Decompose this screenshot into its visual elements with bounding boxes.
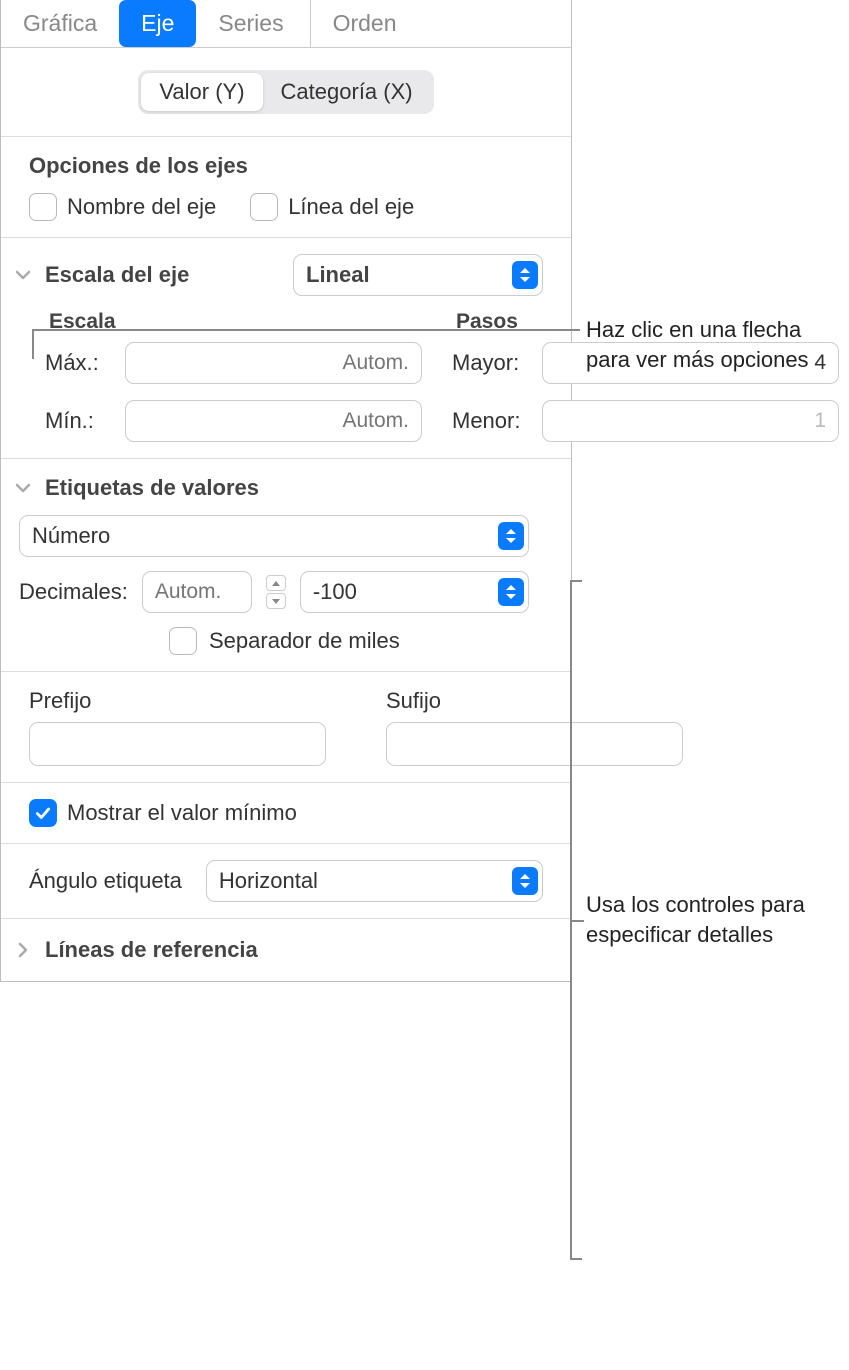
inspector-panel: Gráfica Eje Series Orden Valor (Y) Categ…: [0, 0, 572, 982]
suffix-input[interactable]: [386, 722, 683, 766]
show-min-checkbox[interactable]: [29, 799, 57, 827]
thousands-label: Separador de miles: [209, 628, 400, 654]
show-min-label: Mostrar el valor mínimo: [67, 800, 297, 826]
prefix-input[interactable]: [29, 722, 326, 766]
axis-scale-title: Escala del eje: [45, 262, 189, 288]
tab-orden[interactable]: Orden: [310, 0, 419, 47]
value-labels-header: Etiquetas de valores: [15, 475, 543, 501]
decimals-stepper[interactable]: [266, 575, 286, 609]
axis-sub-tabs: Valor (Y) Categoría (X): [1, 48, 571, 136]
chevron-down-icon[interactable]: [15, 267, 31, 283]
decimals-label: Decimales:: [19, 579, 128, 605]
callout-2: Usa los controles para especificar detal…: [586, 890, 832, 949]
main-tabs: Gráfica Eje Series Orden: [1, 0, 571, 48]
menor-label: Menor:: [452, 408, 532, 434]
subtab-valor-y[interactable]: Valor (Y): [141, 73, 262, 111]
axis-line-checkbox[interactable]: [250, 193, 278, 221]
value-labels-section: Etiquetas de valores Número Decimales: -…: [1, 458, 571, 671]
subtab-categoria-x[interactable]: Categoría (X): [263, 73, 431, 111]
axis-line-checkbox-row: Línea del eje: [250, 193, 414, 221]
axis-line-label: Línea del eje: [288, 194, 414, 220]
callout-bracket-2-stem: [570, 920, 584, 922]
suffix-label: Sufijo: [386, 688, 683, 714]
check-icon: [34, 804, 52, 822]
prefix-label: Prefijo: [29, 688, 326, 714]
axis-name-checkbox[interactable]: [29, 193, 57, 221]
popup-arrows-icon: [498, 578, 524, 606]
callout-leader-1: [32, 329, 580, 359]
menor-input[interactable]: [542, 400, 839, 442]
axis-name-label: Nombre del eje: [67, 194, 216, 220]
tab-series[interactable]: Series: [196, 0, 305, 47]
axis-name-checkbox-row: Nombre del eje: [29, 193, 216, 221]
angle-section: Ángulo etiqueta Horizontal: [1, 843, 571, 918]
negative-format-popup[interactable]: -100: [300, 571, 529, 613]
axis-scale-header: Escala del eje Lineal: [15, 254, 543, 296]
axis-options-section: Opciones de los ejes Nombre del eje Líne…: [1, 136, 571, 237]
axis-options-title: Opciones de los ejes: [29, 153, 543, 179]
min-label: Mín.:: [45, 408, 115, 434]
value-format-popup[interactable]: Número: [19, 515, 529, 557]
segmented-control: Valor (Y) Categoría (X): [138, 70, 433, 114]
reference-lines-label: Líneas de referencia: [45, 937, 258, 963]
angle-label: Ángulo etiqueta: [29, 868, 182, 894]
popup-arrows-icon: [512, 867, 538, 895]
prefix-suffix-section: Prefijo Sufijo: [1, 671, 571, 782]
chevron-right-icon: [15, 942, 31, 958]
value-labels-title: Etiquetas de valores: [45, 475, 259, 501]
tab-grafica[interactable]: Gráfica: [1, 0, 119, 47]
thousands-checkbox[interactable]: [169, 627, 197, 655]
axis-scale-value: Lineal: [306, 262, 370, 288]
popup-arrows-icon: [498, 522, 524, 550]
angle-popup[interactable]: Horizontal: [206, 860, 543, 902]
value-format-value: Número: [32, 523, 110, 549]
min-input[interactable]: [125, 400, 422, 442]
angle-value: Horizontal: [219, 868, 318, 894]
reference-lines-row[interactable]: Líneas de referencia: [1, 918, 571, 981]
show-min-section: Mostrar el valor mínimo: [1, 782, 571, 843]
callout-1: Haz clic en una flecha para ver más opci…: [586, 315, 832, 374]
decimals-input[interactable]: [142, 571, 252, 613]
tab-eje[interactable]: Eje: [119, 0, 196, 47]
popup-arrows-icon: [512, 261, 538, 289]
axis-scale-popup[interactable]: Lineal: [293, 254, 543, 296]
chevron-down-icon[interactable]: [15, 480, 31, 496]
negative-format-value: -100: [313, 579, 357, 605]
